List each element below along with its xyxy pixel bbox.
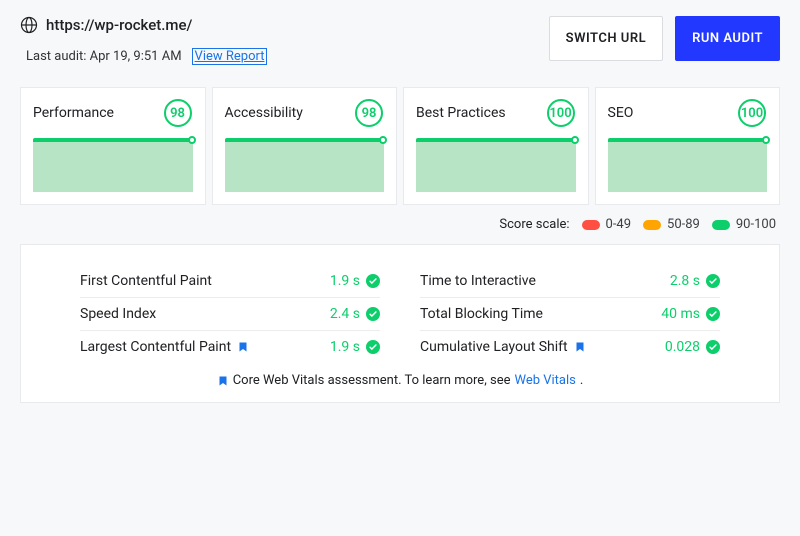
card-title: Performance <box>33 105 114 121</box>
metric-value: 2.8 s <box>670 273 700 289</box>
card-best-practices[interactable]: Best Practices 100 <box>403 87 589 205</box>
card-mini-chart <box>225 138 385 192</box>
check-icon <box>706 274 720 288</box>
metric-value: 1.9 s <box>330 339 360 355</box>
metric-name: Speed Index <box>80 306 156 322</box>
bookmark-icon <box>237 340 249 354</box>
card-accessibility[interactable]: Accessibility 98 <box>212 87 398 205</box>
scale-range: 50-89 <box>667 217 700 232</box>
metric-value: 0.028 <box>665 339 700 355</box>
check-icon <box>366 274 380 288</box>
metric-row-cls: Cumulative Layout Shift 0.028 <box>420 331 720 363</box>
bookmark-icon <box>217 374 229 388</box>
web-vitals-link[interactable]: Web Vitals <box>514 373 575 388</box>
score-badge: 100 <box>737 98 767 128</box>
card-title: Best Practices <box>416 105 506 121</box>
cwv-footer: Core Web Vitals assessment. To learn mor… <box>41 373 759 388</box>
score-badge: 98 <box>163 98 193 128</box>
globe-icon <box>20 16 38 34</box>
card-performance[interactable]: Performance 98 <box>20 87 206 205</box>
metric-row-tbt: Total Blocking Time 40 ms <box>420 298 720 331</box>
check-icon <box>706 340 720 354</box>
last-audit-label: Last audit: Apr 19, 9:51 AM <box>26 49 182 64</box>
score-badge: 98 <box>354 98 384 128</box>
card-seo[interactable]: SEO 100 <box>595 87 781 205</box>
view-report-link[interactable]: View Report <box>192 48 268 65</box>
metric-name: Cumulative Layout Shift <box>420 339 568 355</box>
metric-row-lcp: Largest Contentful Paint 1.9 s <box>80 331 380 363</box>
check-icon <box>706 307 720 321</box>
swatch-orange <box>643 220 661 230</box>
score-badge: 100 <box>546 98 576 128</box>
metrics-col-left: First Contentful Paint 1.9 s Speed Index… <box>80 265 380 363</box>
scale-range: 0-49 <box>606 217 632 232</box>
scale-range: 90-100 <box>736 217 776 232</box>
metrics-col-right: Time to Interactive 2.8 s Total Blocking… <box>420 265 720 363</box>
metric-value: 2.4 s <box>330 306 360 322</box>
metric-row-tti: Time to Interactive 2.8 s <box>420 265 720 298</box>
card-title: Accessibility <box>225 105 303 121</box>
switch-url-button[interactable]: SWITCH URL <box>549 16 663 61</box>
metric-name: Largest Contentful Paint <box>80 339 231 355</box>
card-mini-chart <box>416 138 576 192</box>
metric-name: Total Blocking Time <box>420 306 543 322</box>
swatch-red <box>582 220 600 230</box>
cwv-text: Core Web Vitals assessment. To learn mor… <box>233 373 511 388</box>
bookmark-icon <box>574 340 586 354</box>
score-cards: Performance 98 Accessibility 98 Best Pra… <box>20 87 780 205</box>
card-title: SEO <box>608 105 634 121</box>
card-mini-chart <box>608 138 768 192</box>
check-icon <box>366 307 380 321</box>
metric-name: First Contentful Paint <box>80 273 212 289</box>
score-scale: Score scale: 0-49 50-89 90-100 <box>20 217 780 232</box>
metric-name: Time to Interactive <box>420 273 536 289</box>
metric-value: 40 ms <box>661 306 700 322</box>
metrics-card: First Contentful Paint 1.9 s Speed Index… <box>20 244 780 403</box>
cwv-period: . <box>580 373 583 388</box>
metric-value: 1.9 s <box>330 273 360 289</box>
metric-row-fcp: First Contentful Paint 1.9 s <box>80 265 380 298</box>
scale-label: Score scale: <box>499 217 569 232</box>
check-icon <box>366 340 380 354</box>
audit-url: https://wp-rocket.me/ <box>46 16 192 34</box>
swatch-green <box>712 220 730 230</box>
metric-row-si: Speed Index 2.4 s <box>80 298 380 331</box>
card-mini-chart <box>33 138 193 192</box>
run-audit-button[interactable]: RUN AUDIT <box>675 16 780 61</box>
